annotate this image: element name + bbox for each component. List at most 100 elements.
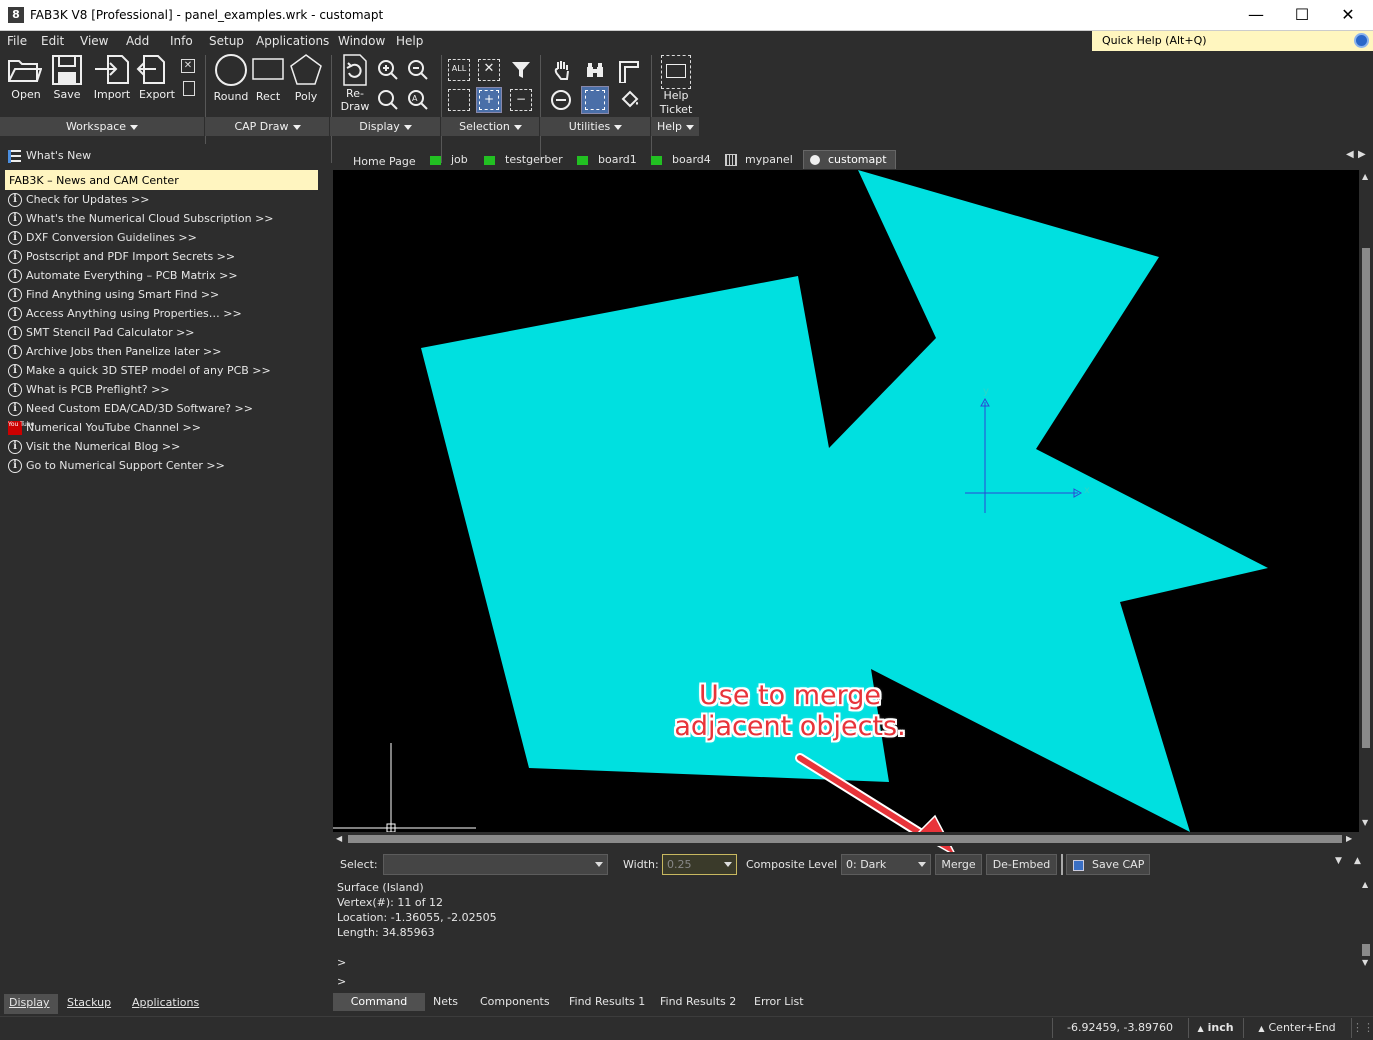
open-button[interactable]: Open — [6, 53, 46, 103]
scroll-down-icon[interactable]: ▼ — [1362, 958, 1368, 967]
tab-scroll-right-icon[interactable]: ▶ — [1358, 149, 1366, 160]
export-button[interactable]: Export — [136, 53, 178, 103]
de-embed-button[interactable]: De-Embed — [986, 854, 1057, 875]
link-support-center[interactable]: i Go to Numerical Support Center >> — [8, 459, 225, 478]
scroll-up-icon[interactable]: ▲ — [1362, 880, 1368, 889]
binoculars-icon[interactable] — [584, 59, 606, 84]
tab-testgerber[interactable]: testgerber — [484, 153, 563, 166]
redraw-button[interactable]: Re- Draw — [338, 53, 372, 115]
display-group-dropdown[interactable]: Display — [331, 117, 441, 136]
poly-button[interactable]: Poly — [288, 53, 324, 103]
link-smt-stencil[interactable]: i SMT Stencil Pad Calculator >> — [8, 326, 195, 345]
filter-icon[interactable] — [510, 59, 532, 84]
import-button[interactable]: Import — [90, 53, 134, 103]
utilities-group-dropdown[interactable]: Utilities — [541, 117, 651, 136]
link-pcb-preflight[interactable]: i What is PCB Preflight? >> — [8, 383, 170, 402]
select-dropdown[interactable] — [383, 854, 608, 875]
link-dxf-guidelines[interactable]: i DXF Conversion Guidelines >> — [8, 231, 197, 250]
tab-display[interactable]: Display — [9, 996, 50, 1009]
paint-bucket-icon[interactable] — [619, 89, 641, 114]
link-3d-step[interactable]: i Make a quick 3D STEP model of any PCB >… — [8, 364, 271, 383]
vertical-scroll-thumb[interactable] — [1362, 248, 1370, 748]
output-scrollbar[interactable]: ▲ ▼ — [1359, 878, 1373, 970]
menu-help[interactable]: Help — [396, 34, 423, 48]
menu-info[interactable]: Info — [170, 34, 193, 48]
command-prompt[interactable]: > — [337, 975, 346, 988]
snap-mode-toggle[interactable]: ▲ Center+End — [1243, 1018, 1350, 1038]
resize-grip-icon[interactable]: ⋮⋮ — [1351, 1018, 1373, 1038]
link-custom-software[interactable]: i Need Custom EDA/CAD/3D Software? >> — [8, 402, 253, 421]
menu-view[interactable]: View — [80, 34, 108, 48]
scroll-up-icon[interactable]: ▲ — [1362, 172, 1368, 181]
new-document-icon[interactable] — [183, 81, 195, 96]
grid-snap-icon[interactable] — [581, 86, 609, 114]
zoom-window-icon[interactable] — [377, 89, 399, 114]
link-properties[interactable]: i Access Anything using Properties… >> — [8, 307, 242, 326]
tab-scroll-left-icon[interactable]: ◀ — [1346, 149, 1354, 160]
zoom-all-icon[interactable]: A — [407, 89, 429, 114]
select-all-icon[interactable]: ALL — [448, 59, 470, 81]
zoom-in-icon[interactable] — [377, 59, 399, 84]
link-smart-find[interactable]: i Find Anything using Smart Find >> — [8, 288, 219, 307]
cap-draw-group-dropdown[interactable]: CAP Draw — [206, 117, 330, 136]
menu-applications[interactable]: Applications — [256, 34, 329, 48]
menu-add[interactable]: Add — [126, 34, 149, 48]
rect-button[interactable]: Rect — [250, 53, 286, 103]
command-output[interactable]: Surface (Island) Vertex(#): 11 of 12 Loc… — [333, 878, 1359, 990]
tab-customapt[interactable]: customapt — [803, 150, 896, 169]
tab-applications[interactable]: Applications — [132, 996, 199, 1009]
maximize-button[interactable]: ☐ — [1279, 0, 1325, 31]
tab-nets[interactable]: Nets — [433, 995, 458, 1008]
tab-find-results-2[interactable]: Find Results 2 — [660, 995, 736, 1008]
deselect-icon[interactable]: ✕ — [478, 59, 500, 81]
tab-error-list[interactable]: Error List — [754, 995, 804, 1008]
link-youtube[interactable]: You TubeNumerical YouTube Channel >> — [8, 421, 201, 440]
zoom-out-icon[interactable] — [407, 59, 429, 84]
save-cap-button[interactable]: Save CAP — [1066, 854, 1150, 875]
save-button[interactable]: Save — [50, 53, 84, 103]
round-button[interactable]: Round — [212, 53, 250, 103]
link-postscript-pdf[interactable]: i Postscript and PDF Import Secrets >> — [8, 250, 235, 269]
quick-help-box[interactable]: Quick Help (Alt+Q) — [1092, 31, 1373, 51]
menu-edit[interactable]: Edit — [41, 34, 64, 48]
panel-expand-icon[interactable]: ▲ — [1354, 856, 1361, 866]
composite-level-dropdown[interactable]: 0: Dark — [841, 854, 931, 875]
scroll-right-icon[interactable]: ▶ — [1346, 834, 1352, 843]
scroll-left-icon[interactable]: ◀ — [336, 834, 342, 843]
selection-group-dropdown[interactable]: Selection — [442, 117, 540, 136]
minus-circle-icon[interactable] — [550, 89, 572, 114]
select-subtract-icon[interactable]: − — [510, 89, 532, 111]
whats-new-item[interactable]: What's New — [8, 149, 91, 163]
corner-icon[interactable] — [617, 59, 639, 86]
tab-board4[interactable]: board4 — [651, 153, 711, 166]
menu-window[interactable]: Window — [338, 34, 385, 48]
merge-button[interactable]: Merge — [935, 854, 982, 875]
tab-find-results-1[interactable]: Find Results 1 — [569, 995, 645, 1008]
link-blog[interactable]: i Visit the Numerical Blog >> — [8, 440, 180, 459]
close-button[interactable]: ✕ — [1325, 0, 1371, 31]
tab-stackup[interactable]: Stackup — [67, 996, 111, 1009]
link-pcb-matrix[interactable]: i Automate Everything – PCB Matrix >> — [8, 269, 238, 288]
pan-hand-icon[interactable] — [552, 59, 572, 84]
panel-collapse-icon[interactable]: ▼ — [1335, 856, 1342, 866]
tab-mypanel[interactable]: mypanel — [725, 153, 793, 166]
scroll-down-icon[interactable]: ▼ — [1362, 818, 1368, 827]
menu-file[interactable]: File — [7, 34, 27, 48]
tab-components[interactable]: Components — [480, 995, 550, 1008]
close-workspace-icon[interactable]: ✕ — [181, 59, 195, 73]
link-archive-jobs[interactable]: i Archive Jobs then Panelize later >> — [8, 345, 221, 364]
help-group-dropdown[interactable]: Help — [652, 117, 700, 136]
horizontal-scroll-thumb[interactable] — [348, 835, 1342, 843]
select-add-icon[interactable]: + — [476, 87, 502, 113]
link-check-updates[interactable]: i Check for Updates >> — [8, 193, 149, 212]
help-ticket-button[interactable]: Help Ticket — [655, 53, 697, 117]
menu-setup[interactable]: Setup — [209, 34, 244, 48]
link-cloud-subscription[interactable]: i What's the Numerical Cloud Subscription… — [8, 212, 274, 231]
search-icon[interactable] — [1354, 33, 1369, 48]
tab-board1[interactable]: board1 — [577, 153, 637, 166]
workspace-group-dropdown[interactable]: Workspace — [0, 117, 205, 136]
output-scroll-thumb[interactable] — [1362, 944, 1370, 956]
minimize-button[interactable]: — — [1233, 0, 1279, 31]
select-window-icon[interactable] — [448, 89, 470, 111]
width-dropdown[interactable]: 0.25 — [662, 854, 737, 875]
